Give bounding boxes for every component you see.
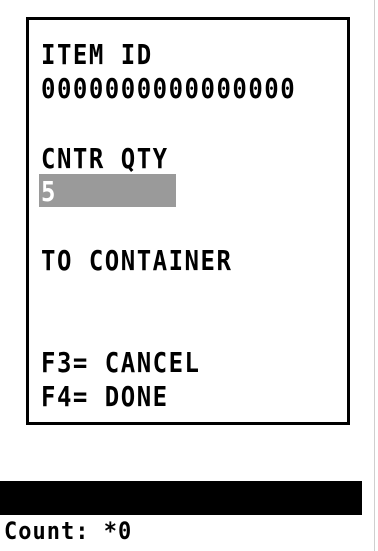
f3-cancel-key[interactable]: F3= CANCEL — [41, 348, 201, 378]
f4-done-key[interactable]: F4= DONE — [41, 382, 169, 412]
cntr-qty-label: CNTR QTY — [41, 142, 169, 176]
to-container-label: TO CONTAINER — [41, 244, 233, 278]
terminal-screen: ITEM ID 0000000000000000 CNTR QTY 5 TO C… — [26, 17, 350, 425]
count-status: Count: *0 — [4, 518, 133, 546]
cntr-qty-input[interactable]: 5 — [39, 174, 176, 207]
status-bar — [0, 481, 362, 515]
item-id-value: 0000000000000000 — [41, 72, 297, 106]
item-id-label: ITEM ID — [41, 38, 153, 72]
cntr-qty-value: 5 — [41, 175, 56, 209]
screen-edge-divider — [374, 0, 375, 551]
